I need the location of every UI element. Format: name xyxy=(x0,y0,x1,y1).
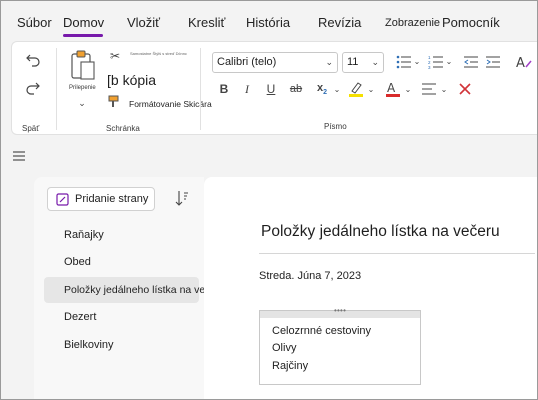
group-divider xyxy=(200,48,201,130)
italic-button[interactable]: I xyxy=(239,80,255,98)
page-title[interactable]: Položky jedálneho lístka na večeru xyxy=(261,223,500,241)
hamburger-menu-icon[interactable] xyxy=(11,149,27,163)
delete-icon[interactable] xyxy=(456,80,474,98)
group-divider xyxy=(56,48,57,130)
tab-review[interactable]: Revízia xyxy=(318,15,361,30)
undo-group-label: Späť xyxy=(22,124,40,133)
active-tab-indicator xyxy=(63,34,103,37)
font-name-dropdown[interactable]: Calibri (telo) ⌄ xyxy=(212,52,338,73)
page-item-dessert[interactable]: Dezert xyxy=(44,304,194,330)
title-underline xyxy=(259,253,535,254)
increase-indent-icon[interactable] xyxy=(484,53,502,71)
page-date: Streda. Júna 7, 2023 xyxy=(259,270,362,282)
add-page-button[interactable]: Pridanie strany xyxy=(47,187,155,211)
paste-chevron-down-icon[interactable]: ⌄ xyxy=(76,98,88,108)
chevron-down-icon[interactable]: ⌄ xyxy=(333,84,341,94)
chevron-down-icon[interactable]: ⌄ xyxy=(445,56,453,66)
clear-formatting-icon[interactable]: A xyxy=(514,52,534,72)
bullets-icon[interactable] xyxy=(395,53,413,71)
strikethrough-button[interactable]: ab xyxy=(287,80,305,98)
highlight-icon[interactable] xyxy=(347,79,365,99)
paste-icon[interactable] xyxy=(68,48,98,84)
chevron-down-icon: ⌄ xyxy=(371,57,379,67)
tab-view[interactable]: Zobrazenie xyxy=(385,17,440,29)
tab-draw[interactable]: Kresliť xyxy=(188,15,225,30)
font-size-dropdown[interactable]: 11 ⌄ xyxy=(342,52,384,73)
page-item-lunch[interactable]: Obed xyxy=(44,249,194,275)
page-item-breakfast[interactable]: Raňajky xyxy=(44,222,194,248)
tab-home[interactable]: Domov xyxy=(63,15,104,30)
ribbon-tabs: Súbor Domov Vložiť Kresliť História Reví… xyxy=(1,1,537,39)
undo-icon[interactable] xyxy=(23,50,43,70)
tab-file[interactable]: Súbor xyxy=(17,15,52,30)
pages-pane: Pridanie strany Raňajky Obed Položky jed… xyxy=(34,177,226,399)
chevron-down-icon[interactable]: ⌄ xyxy=(440,84,448,94)
subscript-button[interactable]: x2 xyxy=(317,82,327,96)
underline-button[interactable]: U xyxy=(263,80,279,98)
svg-text:3: 3 xyxy=(428,65,431,69)
note-item[interactable]: Rajčiny xyxy=(272,360,308,372)
subscript-index: 2 xyxy=(323,89,328,97)
cut-label[interactable]: Samostatne Štýlš s streď Dčnnc xyxy=(130,51,187,56)
page-item-proteins[interactable]: Bielkoviny xyxy=(44,332,194,358)
tab-insert[interactable]: Vložiť xyxy=(127,15,160,30)
font-size-value: 11 xyxy=(347,56,359,68)
scissors-icon[interactable]: ✂ xyxy=(108,49,122,63)
svg-text:A: A xyxy=(387,81,396,95)
format-painter-icon[interactable] xyxy=(108,95,122,109)
note-container[interactable]: • • • • Celozrnné cestoviny Olivy Rajčin… xyxy=(259,306,421,385)
chevron-down-icon[interactable]: ⌄ xyxy=(413,56,421,66)
ribbon: Späť Prilepenie ⌄ ✂ Samostatne Štýlš s s… xyxy=(11,41,537,135)
page-canvas: Položky jedálneho lístka na večeru Stred… xyxy=(204,177,537,399)
svg-text:A: A xyxy=(516,56,525,71)
copy-button[interactable]: [b kópia xyxy=(107,72,156,88)
tab-history[interactable]: História xyxy=(246,15,290,30)
onenote-window: Súbor Domov Vložiť Kresliť História Reví… xyxy=(0,0,538,400)
paste-label[interactable]: Prilepenie xyxy=(69,85,96,91)
note-item[interactable]: Olivy xyxy=(272,342,296,354)
decrease-indent-icon[interactable] xyxy=(462,53,480,71)
add-page-icon xyxy=(55,192,69,206)
note-item[interactable]: Celozrnné cestoviny xyxy=(272,325,371,337)
redo-icon[interactable] xyxy=(23,78,43,98)
bold-button[interactable]: B xyxy=(216,80,232,98)
clipboard-group-label: Schránka xyxy=(106,124,140,133)
chevron-down-icon[interactable]: ⌄ xyxy=(404,84,412,94)
page-item-dinner-menu[interactable]: Položky jedálneho lístka na večeru xyxy=(44,277,226,303)
font-group-label: Písmo xyxy=(324,122,347,131)
navigation-bar xyxy=(1,139,537,175)
note-drag-handle[interactable]: • • • • xyxy=(260,306,420,318)
chevron-down-icon[interactable]: ⌄ xyxy=(367,84,375,94)
font-name-value: Calibri (telo) xyxy=(217,56,277,68)
drag-dots-icon: • • • • xyxy=(334,306,346,315)
chevron-down-icon: ⌄ xyxy=(325,57,333,67)
numbering-icon[interactable]: 123 xyxy=(427,53,445,71)
font-color-icon[interactable]: A xyxy=(384,79,402,99)
sort-icon[interactable] xyxy=(174,189,190,207)
align-icon[interactable] xyxy=(420,80,438,98)
add-page-label: Pridanie strany xyxy=(75,193,149,205)
tab-help[interactable]: Pomocník xyxy=(442,15,500,30)
